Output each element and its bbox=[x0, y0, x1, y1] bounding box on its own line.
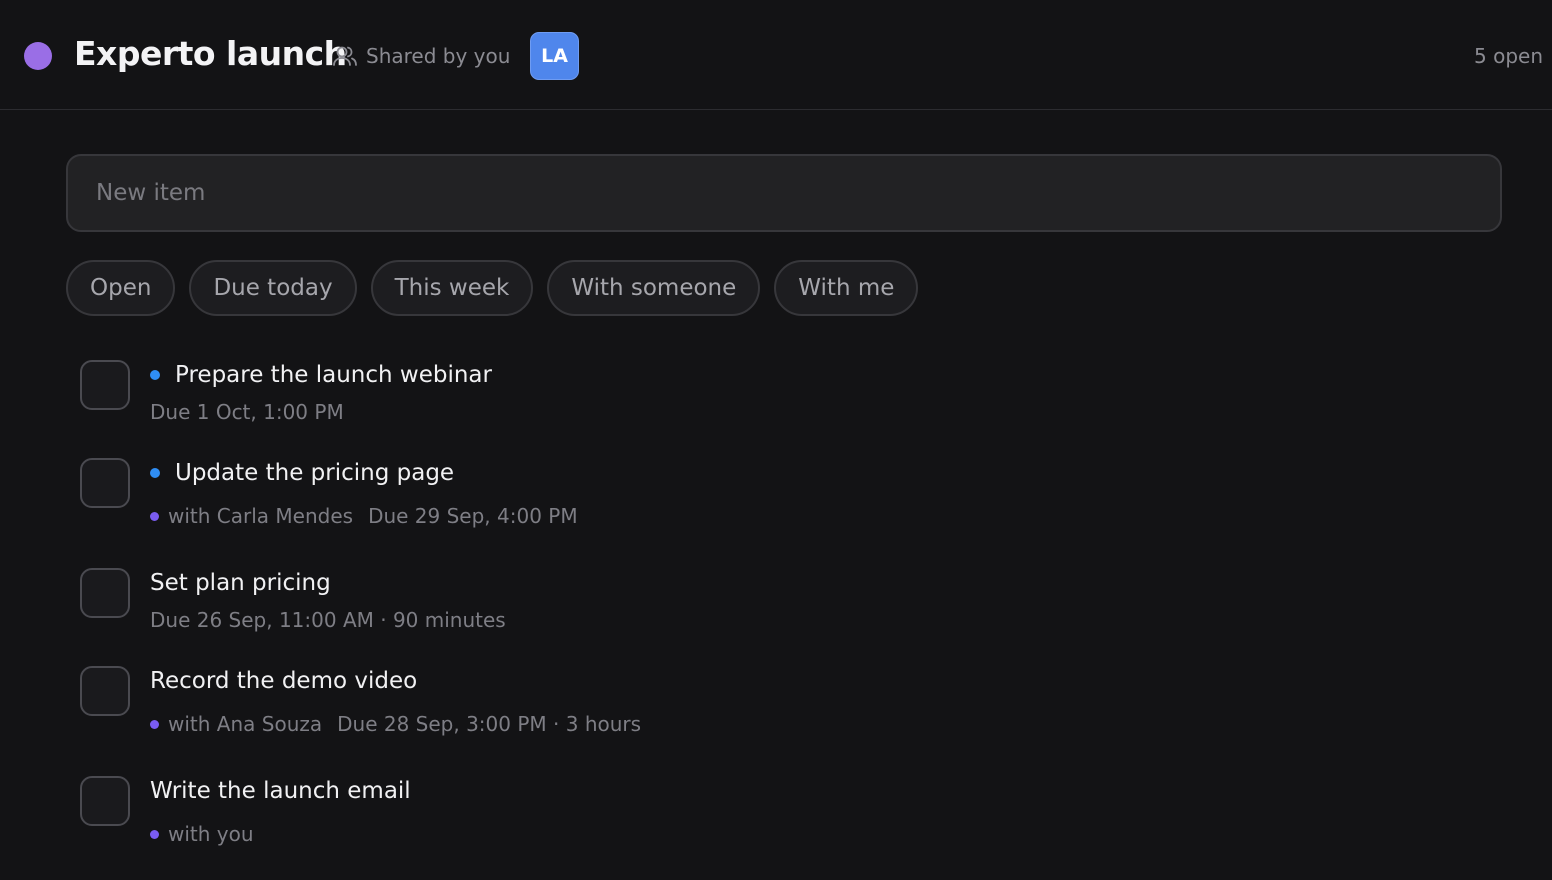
filter-chips: Open Due today This week With someone Wi… bbox=[66, 260, 919, 316]
task-title: Prepare the launch webinar bbox=[175, 362, 492, 388]
task-due: Due 26 Sep, 11:00 AM · 90 minutes bbox=[150, 608, 506, 632]
unread-dot bbox=[150, 468, 160, 478]
filter-with-someone[interactable]: With someone bbox=[547, 260, 761, 316]
task-due: Due 28 Sep, 3:00 PM · 3 hours bbox=[337, 712, 642, 736]
people-icon bbox=[332, 44, 358, 68]
task-checkbox[interactable] bbox=[80, 666, 130, 716]
shared-status[interactable]: Shared by you bbox=[332, 42, 510, 70]
task-title: Update the pricing page bbox=[175, 460, 455, 486]
task-checkbox[interactable] bbox=[80, 568, 130, 618]
new-item-input[interactable] bbox=[66, 154, 1502, 232]
task-title: Write the launch email bbox=[150, 778, 411, 804]
person-dot bbox=[150, 511, 159, 521]
unread-dot bbox=[150, 370, 160, 380]
task-due: Due 29 Sep, 4:00 PM bbox=[368, 504, 578, 528]
person-dot bbox=[150, 719, 159, 729]
filter-with-me[interactable]: With me bbox=[774, 260, 919, 316]
filter-due-today[interactable]: Due today bbox=[189, 260, 357, 316]
filter-this-week[interactable]: This week bbox=[370, 260, 534, 316]
avatar[interactable]: LA bbox=[530, 32, 579, 80]
list-title: Experto launch bbox=[74, 34, 347, 73]
open-count: 5 open bbox=[1474, 44, 1543, 68]
task-with: with Ana Souza bbox=[168, 712, 323, 736]
task-with: with Carla Mendes bbox=[168, 504, 354, 528]
task-checkbox[interactable] bbox=[80, 360, 130, 410]
task-title: Record the demo video bbox=[150, 668, 418, 694]
person-dot bbox=[150, 829, 159, 839]
task-checkbox[interactable] bbox=[80, 458, 130, 508]
task-with: with you bbox=[168, 822, 254, 846]
filter-open[interactable]: Open bbox=[66, 260, 176, 316]
task-checkbox[interactable] bbox=[80, 776, 130, 826]
shared-by-label: Shared by you bbox=[366, 44, 511, 68]
list-color-dot bbox=[24, 42, 52, 70]
task-due: Due 1 Oct, 1:00 PM bbox=[150, 400, 344, 424]
list-header: Experto launch Shared by you LA 5 open bbox=[0, 0, 1552, 110]
task-title: Set plan pricing bbox=[150, 570, 331, 596]
